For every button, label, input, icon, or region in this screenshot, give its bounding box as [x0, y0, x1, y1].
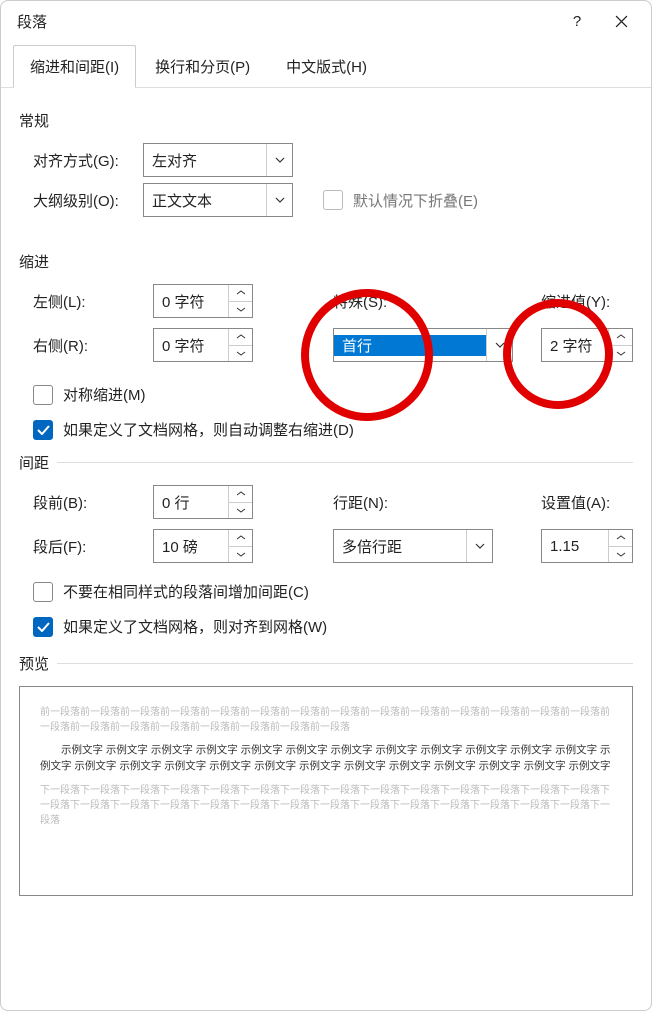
- tab-strip: 缩进和间距(I) 换行和分页(P) 中文版式(H): [1, 41, 651, 88]
- spin-down-icon[interactable]: [608, 345, 632, 362]
- indent-by-spinner[interactable]: 2 字符: [541, 328, 633, 362]
- special-indent-select[interactable]: 首行: [333, 328, 513, 362]
- preview-prev-paragraph: 前一段落前一段落前一段落前一段落前一段落前一段落前一段落前一段落前一段落前一段落…: [40, 705, 612, 735]
- space-before-label: 段前(B):: [33, 492, 143, 513]
- indent-right-spinner[interactable]: 0 字符: [153, 328, 253, 362]
- space-after-label: 段后(F):: [33, 536, 143, 557]
- auto-adjust-right-indent-checkbox[interactable]: [33, 420, 53, 440]
- dialog-title: 段落: [17, 11, 47, 32]
- outline-level-select[interactable]: 正文文本: [143, 183, 293, 217]
- spin-up-icon[interactable]: [228, 530, 252, 546]
- titlebar: 段落 ?: [1, 1, 651, 41]
- spacing-heading: 间距: [19, 452, 633, 473]
- dont-add-space-label: 不要在相同样式的段落间增加间距(C): [63, 581, 309, 602]
- snap-to-grid-checkbox[interactable]: [33, 617, 53, 637]
- preview-box: 前一段落前一段落前一段落前一段落前一段落前一段落前一段落前一段落前一段落前一段落…: [19, 686, 633, 896]
- close-button[interactable]: [599, 6, 643, 36]
- tab-chinese-typography[interactable]: 中文版式(H): [269, 45, 384, 87]
- indent-heading: 缩进: [19, 251, 633, 272]
- indent-by-label: 缩进值(Y):: [541, 291, 633, 312]
- spin-up-icon[interactable]: [608, 530, 632, 546]
- space-before-value: 0 行: [154, 486, 228, 518]
- line-spacing-value: 多倍行距: [334, 536, 466, 557]
- spin-down-icon[interactable]: [608, 546, 632, 563]
- space-before-spinner[interactable]: 0 行: [153, 485, 253, 519]
- line-spacing-label: 行距(N):: [333, 492, 493, 513]
- collapse-default-label: 默认情况下折叠(E): [353, 190, 478, 211]
- indent-by-value: 2 字符: [542, 329, 608, 361]
- space-after-value: 10 磅: [154, 530, 228, 562]
- tab-indent-spacing[interactable]: 缩进和间距(I): [13, 45, 136, 87]
- spin-down-icon[interactable]: [228, 301, 252, 318]
- special-indent-value: 首行: [334, 335, 486, 356]
- dont-add-space-checkbox[interactable]: [33, 582, 53, 602]
- spin-down-icon[interactable]: [228, 345, 252, 362]
- spin-up-icon[interactable]: [608, 329, 632, 345]
- chevron-down-icon: [466, 530, 492, 562]
- special-indent-label: 特殊(S):: [333, 291, 513, 312]
- chevron-down-icon: [266, 144, 292, 176]
- line-spacing-select[interactable]: 多倍行距: [333, 529, 493, 563]
- tab-line-page-breaks[interactable]: 换行和分页(P): [138, 45, 267, 87]
- spin-up-icon[interactable]: [228, 329, 252, 345]
- preview-sample-text: 示例文字 示例文字 示例文字 示例文字 示例文字 示例文字 示例文字 示例文字 …: [40, 743, 612, 775]
- spacing-at-label: 设置值(A):: [541, 492, 633, 513]
- spin-down-icon[interactable]: [228, 502, 252, 519]
- preview-heading: 预览: [19, 653, 633, 674]
- alignment-value: 左对齐: [144, 150, 266, 171]
- outline-level-value: 正文文本: [144, 190, 266, 211]
- collapse-default-checkbox: [323, 190, 343, 210]
- mirror-indent-checkbox[interactable]: [33, 385, 53, 405]
- paragraph-dialog: 段落 ? 缩进和间距(I) 换行和分页(P) 中文版式(H) 常规 对齐方式(G…: [0, 0, 652, 1011]
- general-heading: 常规: [19, 110, 633, 131]
- auto-adjust-right-indent-label: 如果定义了文档网格，则自动调整右缩进(D): [63, 419, 354, 440]
- outline-level-label: 大纲级别(O):: [33, 190, 133, 211]
- mirror-indent-label: 对称缩进(M): [63, 384, 146, 405]
- spacing-at-value: 1.15: [542, 530, 608, 562]
- close-icon: [615, 15, 628, 28]
- spin-up-icon[interactable]: [228, 486, 252, 502]
- check-icon: [37, 425, 50, 435]
- indent-right-label: 右侧(R):: [33, 335, 143, 356]
- dialog-content: 常规 对齐方式(G): 左对齐 大纲级别(O): 正文文本 默认情况下折叠(E)…: [1, 88, 651, 906]
- indent-left-label: 左侧(L):: [33, 291, 143, 312]
- indent-left-value: 0 字符: [154, 285, 228, 317]
- indent-left-spinner[interactable]: 0 字符: [153, 284, 253, 318]
- indent-right-value: 0 字符: [154, 329, 228, 361]
- chevron-down-icon: [266, 184, 292, 216]
- spin-up-icon[interactable]: [228, 285, 252, 301]
- preview-next-paragraph: 下一段落下一段落下一段落下一段落下一段落下一段落下一段落下一段落下一段落下一段落…: [40, 783, 612, 828]
- snap-to-grid-label: 如果定义了文档网格，则对齐到网格(W): [63, 616, 327, 637]
- spacing-at-spinner[interactable]: 1.15: [541, 529, 633, 563]
- check-icon: [37, 622, 50, 632]
- chevron-down-icon: [486, 329, 512, 361]
- help-button[interactable]: ?: [555, 6, 599, 36]
- alignment-label: 对齐方式(G):: [33, 150, 133, 171]
- alignment-select[interactable]: 左对齐: [143, 143, 293, 177]
- spin-down-icon[interactable]: [228, 546, 252, 563]
- space-after-spinner[interactable]: 10 磅: [153, 529, 253, 563]
